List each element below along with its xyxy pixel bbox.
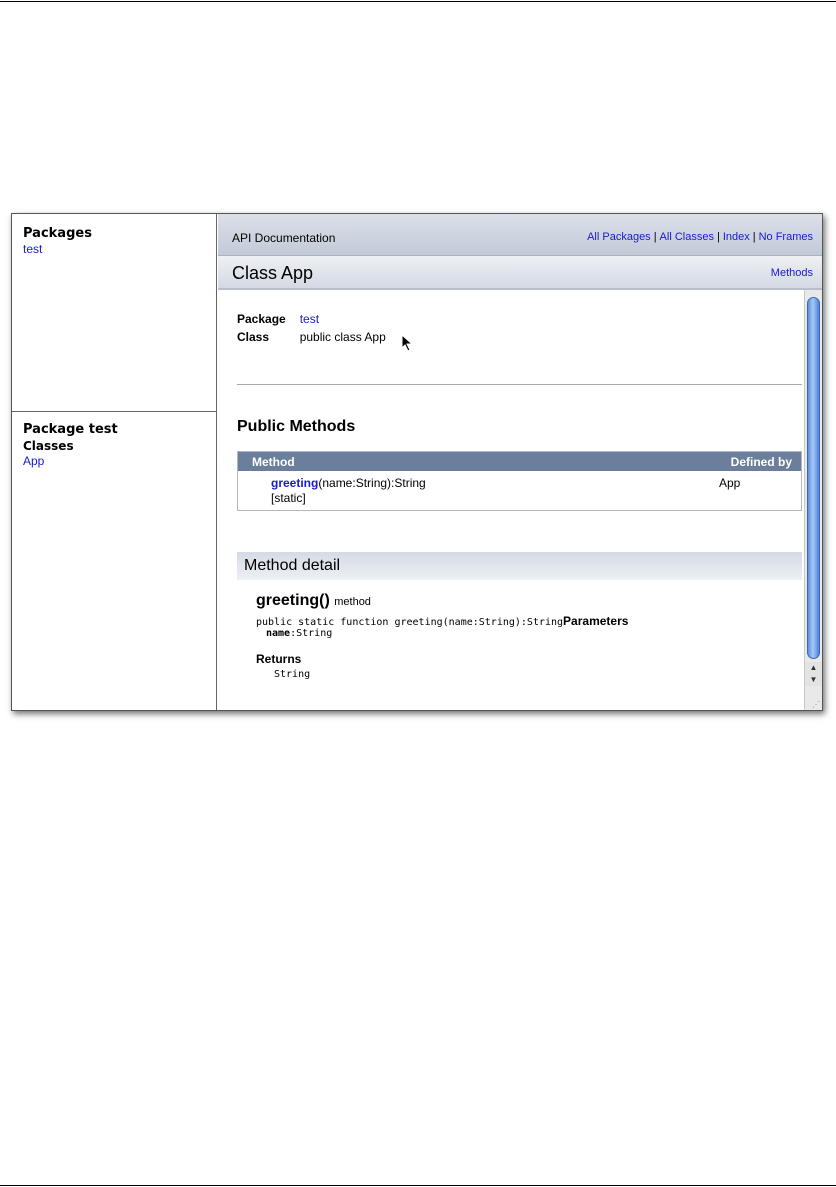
- col-defined-by: Defined by: [730, 455, 792, 469]
- detail-method-name: greeting(): [256, 592, 330, 609]
- returns-label: Returns: [256, 652, 302, 666]
- browser-screenshot: Packages test Package test Classes App A…: [11, 213, 823, 711]
- method-link-greeting[interactable]: greeting: [271, 476, 318, 490]
- package-heading: Package test: [23, 422, 118, 437]
- content-area: Package test Class public class App Publ…: [218, 290, 804, 710]
- public-methods-title: Public Methods: [237, 418, 356, 435]
- method-defined-by: App: [719, 476, 741, 490]
- mouse-cursor-icon: [401, 334, 414, 352]
- package-classes-frame: Package test Classes App: [12, 412, 216, 710]
- methods-link[interactable]: Methods: [771, 267, 813, 279]
- nav-no-frames[interactable]: No Frames: [759, 231, 813, 243]
- scroll-up-icon[interactable]: ▲: [805, 662, 822, 674]
- page-top-rule: [0, 1, 836, 2]
- param-name: name: [266, 628, 291, 639]
- nav-index[interactable]: Index: [723, 231, 750, 243]
- nav-all-classes[interactable]: All Classes: [660, 231, 714, 243]
- detail-code: public static function greeting(name:Str…: [256, 617, 564, 628]
- scroll-down-icon[interactable]: ▼: [805, 674, 822, 686]
- table-row: greeting(name:String):String [static] Ap…: [238, 471, 801, 510]
- class-bar: Class App Methods: [218, 256, 822, 290]
- nav-separator: |: [716, 231, 720, 243]
- method-detail-heading: Method detail: [237, 552, 802, 580]
- nav-separator: |: [752, 231, 756, 243]
- vertical-scrollbar[interactable]: ▲ ▼: [804, 290, 822, 710]
- detail-method-kind: method: [334, 596, 371, 608]
- param-type: :String: [290, 628, 333, 639]
- class-label: Class: [237, 330, 270, 344]
- classes-label: Classes: [23, 439, 74, 453]
- methods-table-header: Method Defined by: [238, 452, 801, 471]
- methods-table: Method Defined by greeting(name:String):…: [237, 451, 802, 511]
- divider: [237, 384, 802, 385]
- package-link-test[interactable]: test: [23, 242, 205, 257]
- page-bottom-rule: [0, 1185, 836, 1186]
- class-info: Package test Class public class App: [237, 312, 400, 348]
- scroll-thumb[interactable]: [807, 297, 820, 659]
- class-title: Class App: [232, 263, 314, 283]
- method-modifier: [static]: [271, 491, 306, 505]
- title-bar: API Documentation All Packages | All Class…: [218, 214, 822, 256]
- top-nav: All Packages | All Classes | Index | No Frames: [587, 231, 813, 243]
- left-frames: Packages test Package test Classes App: [12, 214, 217, 710]
- package-value-link[interactable]: test: [300, 312, 400, 330]
- method-detail-signature: greeting() method: [256, 592, 371, 610]
- packages-frame: Packages test: [12, 214, 216, 412]
- packages-heading: Packages: [23, 226, 92, 241]
- col-method: Method: [252, 455, 295, 469]
- method-signature: greeting(name:String):String: [271, 476, 426, 490]
- detail-code-line: public static function greeting(name:Str…: [256, 614, 628, 628]
- api-doc-title: API Documentation: [232, 231, 336, 245]
- main-frame: API Documentation All Packages | All Class…: [218, 214, 822, 710]
- class-link-app[interactable]: App: [23, 454, 205, 469]
- resize-grip-icon[interactable]: ⋰: [810, 700, 822, 710]
- returns-value: String: [274, 669, 311, 680]
- method-params: (name:String):String: [318, 476, 426, 490]
- parameters-label: Parameters: [563, 614, 629, 628]
- package-label: Package: [237, 312, 286, 326]
- param-line: name:String: [266, 628, 332, 639]
- nav-all-packages[interactable]: All Packages: [587, 231, 651, 243]
- class-value: public class App: [299, 330, 386, 344]
- nav-separator: |: [653, 231, 657, 243]
